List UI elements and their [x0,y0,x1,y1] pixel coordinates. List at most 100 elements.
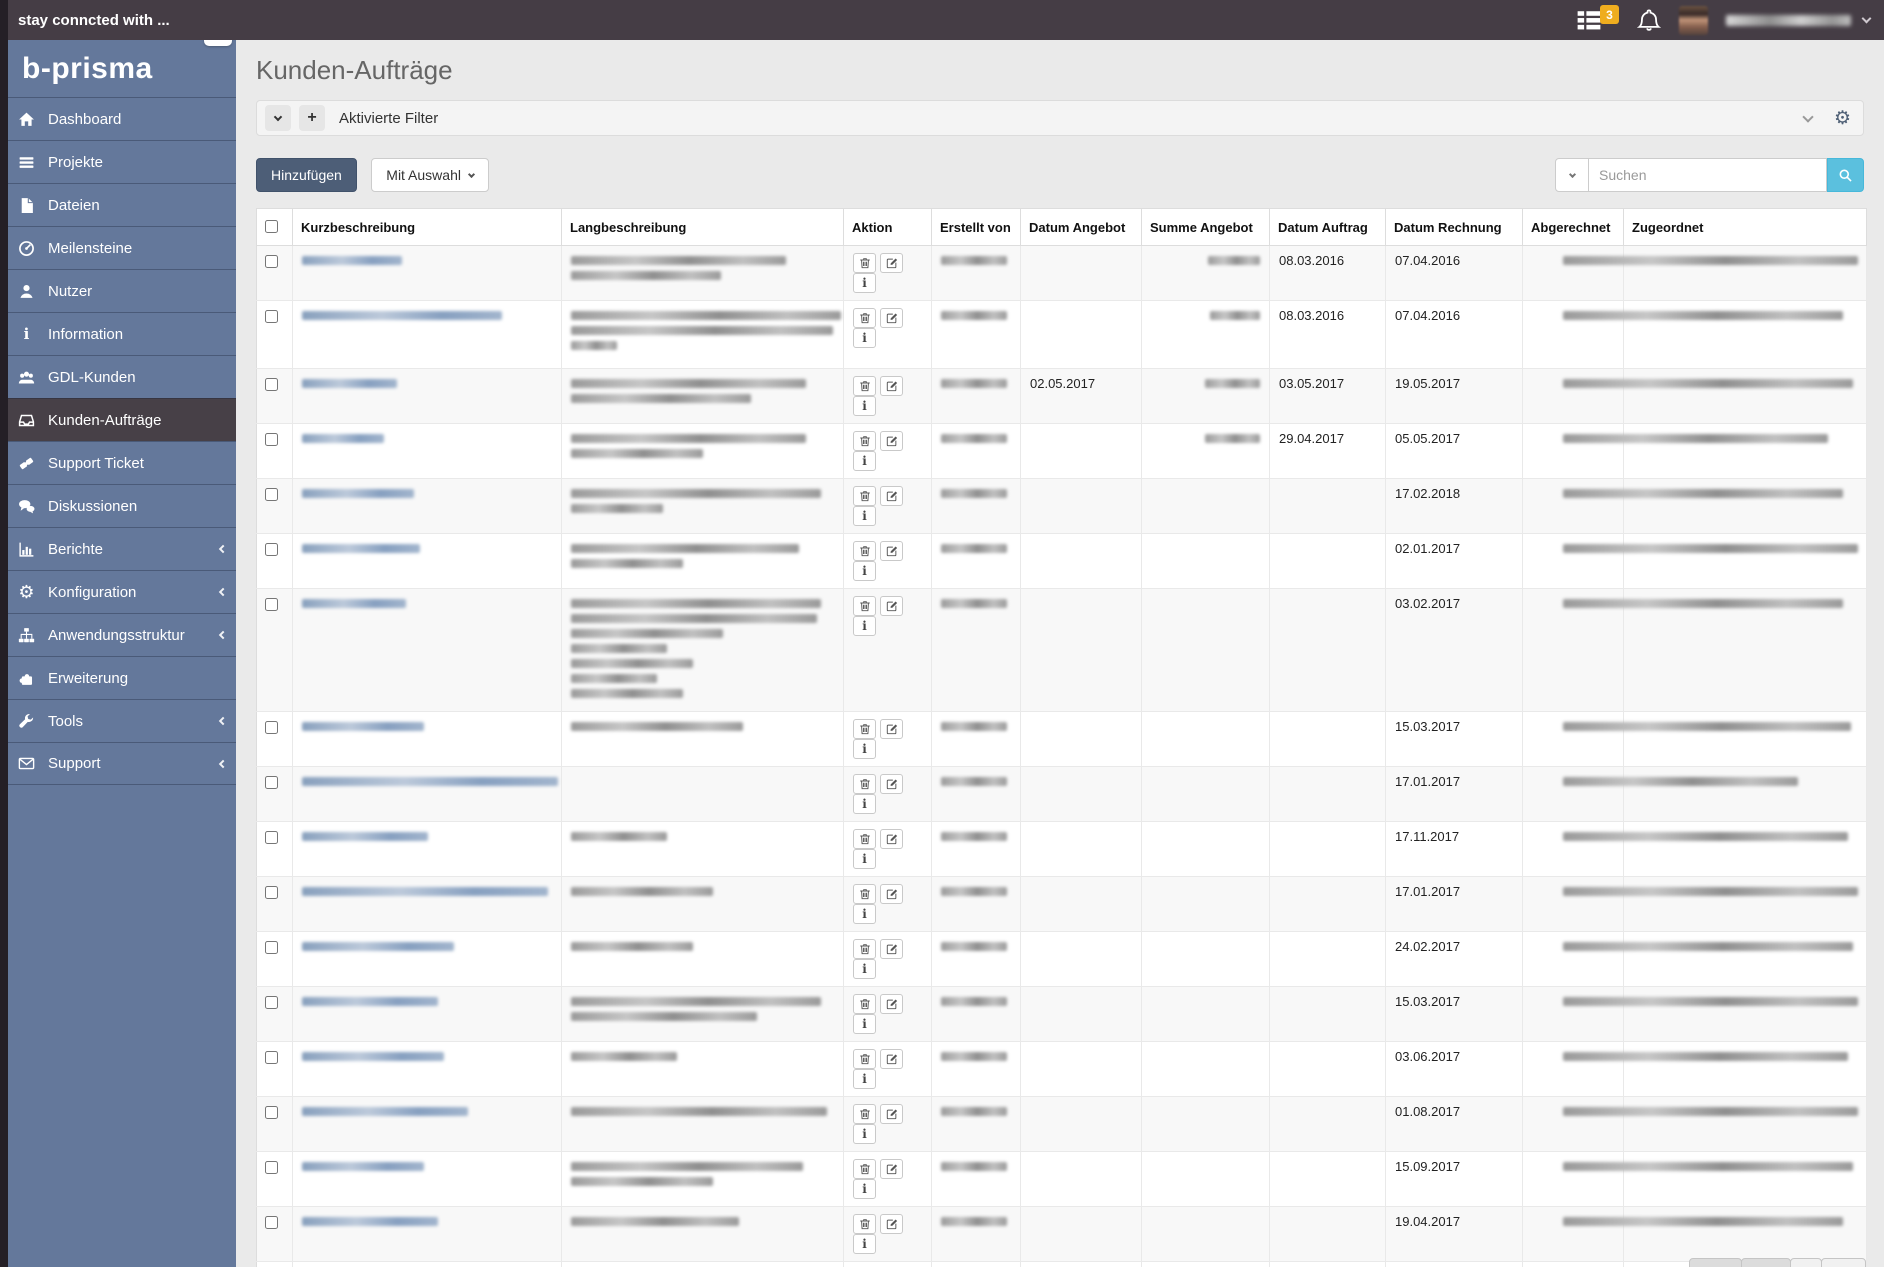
edit-button[interactable] [880,994,903,1014]
info-button[interactable]: i [853,451,876,471]
row-checkbox[interactable] [265,886,278,899]
info-button[interactable]: i [853,1234,876,1254]
delete-button[interactable] [853,541,876,561]
row-checkbox[interactable] [265,433,278,446]
filter-collapse-button[interactable] [265,105,291,131]
edit-button[interactable] [880,1159,903,1179]
add-filter-button[interactable]: + [299,105,325,131]
info-button[interactable]: i [853,904,876,924]
delete-button[interactable] [853,1214,876,1234]
sidebar-item-nutzer[interactable]: Nutzer [8,269,236,312]
add-button[interactable]: Hinzufügen [256,158,357,192]
search-scope-dropdown[interactable] [1555,158,1589,192]
row-checkbox[interactable] [265,598,278,611]
row-checkbox[interactable] [265,1051,278,1064]
delete-button[interactable] [853,1159,876,1179]
sidebar-item-dashboard[interactable]: Dashboard [8,97,236,140]
sidebar-item-information[interactable]: i Information [8,312,236,355]
select-all-checkbox[interactable] [265,220,278,233]
delete-button[interactable] [853,884,876,904]
delete-button[interactable] [853,253,876,273]
search-input[interactable] [1589,158,1827,192]
sidebar-item-gdl-kunden[interactable]: GDL-Kunden [8,355,236,398]
sidebar-item-berichte[interactable]: Berichte [8,527,236,570]
user-avatar[interactable] [1679,5,1708,35]
edit-button[interactable] [880,1104,903,1124]
edit-button[interactable] [880,308,903,328]
info-button[interactable]: i [853,328,876,348]
row-checkbox[interactable] [265,1216,278,1229]
delete-button[interactable] [853,1104,876,1124]
delete-button[interactable] [853,939,876,959]
pagination-button[interactable] [1790,1258,1822,1267]
delete-button[interactable] [853,431,876,451]
delete-button[interactable] [853,994,876,1014]
sidebar-item-projekte[interactable]: Projekte [8,140,236,183]
sidebar-item-dateien[interactable]: Dateien [8,183,236,226]
delete-button[interactable] [853,376,876,396]
sidebar-item-diskussionen[interactable]: Diskussionen [8,484,236,527]
info-button[interactable]: i [853,1124,876,1144]
pagination-button[interactable] [1821,1258,1866,1267]
edit-button[interactable] [880,376,903,396]
info-button[interactable]: i [853,794,876,814]
edit-button[interactable] [880,884,903,904]
info-button[interactable]: i [853,616,876,636]
delete-button[interactable] [853,719,876,739]
notifications-list-button[interactable]: 3 [1576,5,1619,33]
info-button[interactable]: i [853,849,876,869]
row-checkbox[interactable] [265,721,278,734]
delete-button[interactable] [853,486,876,506]
sidebar-item-support-ticket[interactable]: Support Ticket [8,441,236,484]
edit-button[interactable] [880,541,903,561]
edit-button[interactable] [880,939,903,959]
pagination-button[interactable] [1741,1258,1791,1267]
pagination-button[interactable] [1689,1258,1742,1267]
info-button[interactable]: i [853,1069,876,1089]
search-button[interactable] [1827,158,1864,192]
row-checkbox[interactable] [265,310,278,323]
delete-button[interactable] [853,1049,876,1069]
row-checkbox[interactable] [265,378,278,391]
sidebar-item-kunden-auftrage[interactable]: Kunden-Aufträge [0,398,236,441]
row-checkbox[interactable] [265,831,278,844]
chevron-down-icon[interactable] [1802,110,1814,123]
row-checkbox[interactable] [265,996,278,1009]
edit-button[interactable] [880,1214,903,1234]
sidebar-item-support[interactable]: Support [8,742,236,785]
edit-button[interactable] [880,253,903,273]
delete-button[interactable] [853,308,876,328]
bell-button[interactable] [1637,8,1661,32]
edit-button[interactable] [880,829,903,849]
edit-button[interactable] [880,774,903,794]
info-button[interactable]: i [853,396,876,416]
row-checkbox[interactable] [265,941,278,954]
info-button[interactable]: i [853,506,876,526]
edit-button[interactable] [880,1049,903,1069]
edit-button[interactable] [880,486,903,506]
edit-button[interactable] [880,431,903,451]
info-button[interactable]: i [853,1014,876,1034]
sidebar-item-konfiguration[interactable]: ⚙ Konfiguration [8,570,236,613]
chevron-down-icon[interactable] [1861,13,1872,23]
sidebar-item-tools[interactable]: Tools [8,699,236,742]
info-button[interactable]: i [853,1179,876,1199]
delete-button[interactable] [853,596,876,616]
row-checkbox[interactable] [265,255,278,268]
edit-button[interactable] [880,719,903,739]
edit-button[interactable] [880,596,903,616]
gear-icon[interactable]: ⚙ [1834,109,1851,128]
sidebar-item-meilensteine[interactable]: Meilensteine [8,226,236,269]
info-button[interactable]: i [853,739,876,759]
sidebar-item-anwendungsstruktur[interactable]: Anwendungsstruktur [8,613,236,656]
delete-button[interactable] [853,829,876,849]
row-checkbox[interactable] [265,1106,278,1119]
info-button[interactable]: i [853,959,876,979]
sidebar-item-erweiterung[interactable]: Erweiterung [8,656,236,699]
row-checkbox[interactable] [265,776,278,789]
with-selection-dropdown[interactable]: Mit Auswahl [371,158,489,192]
row-checkbox[interactable] [265,488,278,501]
row-checkbox[interactable] [265,543,278,556]
info-button[interactable]: i [853,273,876,293]
delete-button[interactable] [853,774,876,794]
